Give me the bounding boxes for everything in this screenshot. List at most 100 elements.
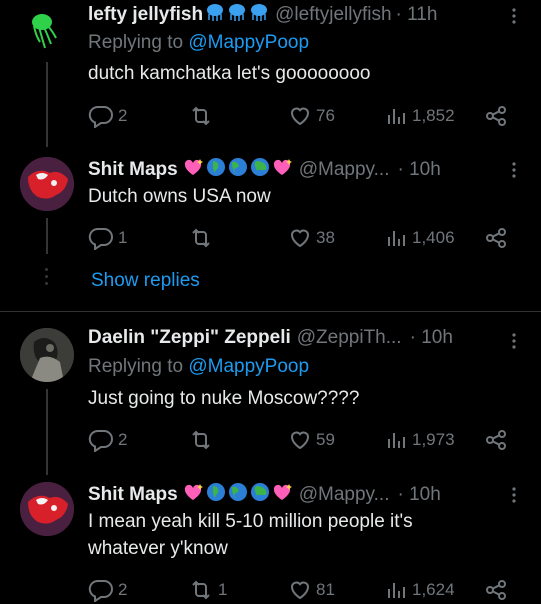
more-options-icon[interactable] (511, 6, 517, 26)
views-chart-icon (388, 583, 405, 598)
view-count: 1,406 (412, 228, 455, 247)
display-name[interactable]: Daelin "Zeppi" Zeppeli (88, 327, 291, 349)
tweet-text: dutch kamchatka let's goooooooo (88, 63, 371, 84)
like-button[interactable]: 81 (288, 578, 335, 602)
timestamp[interactable]: · 11h (396, 4, 438, 26)
reply-icon (88, 429, 113, 452)
tweet-text-line: whatever y'know (88, 538, 228, 559)
retweet-button[interactable] (188, 104, 218, 128)
map-avatar-icon (20, 157, 74, 211)
tweet-text-line: I mean yeah kill 5-10 million people it'… (88, 511, 413, 532)
replying-to: Replying to @MappyPoop (88, 356, 309, 378)
display-name[interactable]: Shit Maps (88, 484, 178, 506)
timestamp[interactable]: · 10h (410, 327, 453, 349)
reply-button[interactable]: 2 (88, 104, 127, 128)
globe-americas-icon (228, 157, 248, 182)
globe-asia-icon (250, 157, 270, 182)
globe-africa-icon (206, 482, 226, 507)
thread-dots (45, 268, 48, 289)
tweet-text: I mean yeah kill 5-10 million people it'… (88, 508, 413, 562)
share-icon (486, 580, 506, 600)
like-count: 59 (316, 430, 335, 449)
replying-to: Replying to @MappyPoop (88, 32, 309, 54)
views-button[interactable]: 1,624 (384, 578, 455, 602)
views-chart-icon (388, 109, 405, 124)
more-options-icon[interactable] (511, 160, 517, 180)
like-button[interactable]: 38 (288, 226, 335, 250)
share-icon (486, 106, 506, 126)
user-handle[interactable]: @ZeppiTh... (297, 327, 402, 349)
like-button[interactable]: 59 (288, 428, 335, 452)
like-count: 38 (316, 228, 335, 247)
reply-count: 1 (118, 228, 128, 247)
view-count: 1,624 (412, 580, 455, 599)
views-chart-icon (388, 231, 405, 246)
thread-line (46, 62, 48, 147)
photo-avatar-icon (20, 328, 74, 382)
views-button[interactable]: 1,973 (384, 428, 455, 452)
reply-count: 2 (118, 580, 128, 599)
heart-icon (290, 431, 310, 450)
timestamp[interactable]: · 10h (397, 484, 440, 506)
views-chart-icon (388, 433, 405, 448)
share-button[interactable] (484, 226, 508, 250)
share-button[interactable] (484, 428, 508, 452)
jellyfish-icon (249, 2, 269, 27)
reply-count: 2 (118, 106, 128, 125)
replying-to-link[interactable]: @MappyPoop (188, 356, 309, 377)
avatar[interactable] (20, 2, 74, 56)
retweet-button[interactable] (188, 428, 218, 452)
view-count: 1,852 (412, 106, 455, 125)
reply-icon (88, 227, 113, 250)
more-options-icon[interactable] (511, 331, 517, 351)
avatar[interactable] (20, 328, 74, 382)
replying-to-label: Replying to (88, 32, 189, 53)
heart-icon (290, 229, 310, 248)
more-options-icon[interactable] (511, 485, 517, 505)
display-name[interactable]: Shit Maps (88, 159, 178, 181)
replying-to-label: Replying to (88, 356, 189, 377)
heart-sparkle-icon (272, 482, 293, 507)
share-button[interactable] (484, 578, 508, 602)
retweet-button[interactable] (188, 226, 218, 250)
retweet-icon (192, 580, 210, 600)
like-count: 81 (316, 580, 335, 599)
retweet-icon (192, 430, 210, 450)
tweet-text: Dutch owns USA now (88, 186, 271, 207)
heart-sparkle-icon (183, 482, 204, 507)
display-name[interactable]: lefty jellyfish (88, 4, 203, 26)
reply-count: 2 (118, 430, 128, 449)
jellyfish-avatar-icon (32, 14, 57, 49)
avatar[interactable] (20, 157, 74, 211)
section-divider (0, 311, 541, 312)
user-handle[interactable]: @Mappy... (299, 159, 390, 181)
jellyfish-icon (227, 2, 247, 27)
views-button[interactable]: 1,406 (384, 226, 455, 250)
replying-to-link[interactable]: @MappyPoop (188, 32, 309, 53)
views-button[interactable]: 1,852 (384, 104, 455, 128)
heart-icon (290, 107, 310, 126)
timestamp[interactable]: · 10h (397, 159, 440, 181)
user-handle[interactable]: @Mappy... (299, 484, 390, 506)
retweet-icon (192, 106, 210, 126)
retweet-button[interactable]: 1 (188, 578, 227, 602)
share-button[interactable] (484, 104, 508, 128)
heart-sparkle-icon (272, 157, 293, 182)
retweet-icon (192, 228, 210, 248)
reply-button[interactable]: 2 (88, 578, 127, 602)
avatar[interactable] (20, 482, 74, 536)
heart-icon (290, 581, 310, 600)
tweet-text: Just going to nuke Moscow???? (88, 388, 360, 409)
like-count: 76 (316, 106, 335, 125)
globe-americas-icon (228, 482, 248, 507)
jellyfish-icon (205, 2, 225, 27)
user-handle[interactable]: @leftyjellyfish (275, 4, 391, 26)
reply-icon (88, 105, 113, 128)
show-replies-link[interactable]: Show replies (91, 270, 200, 292)
reply-icon (88, 579, 113, 602)
reply-button[interactable]: 2 (88, 428, 127, 452)
share-icon (486, 430, 506, 450)
reply-button[interactable]: 1 (88, 226, 127, 250)
like-button[interactable]: 76 (288, 104, 335, 128)
share-icon (486, 228, 506, 248)
